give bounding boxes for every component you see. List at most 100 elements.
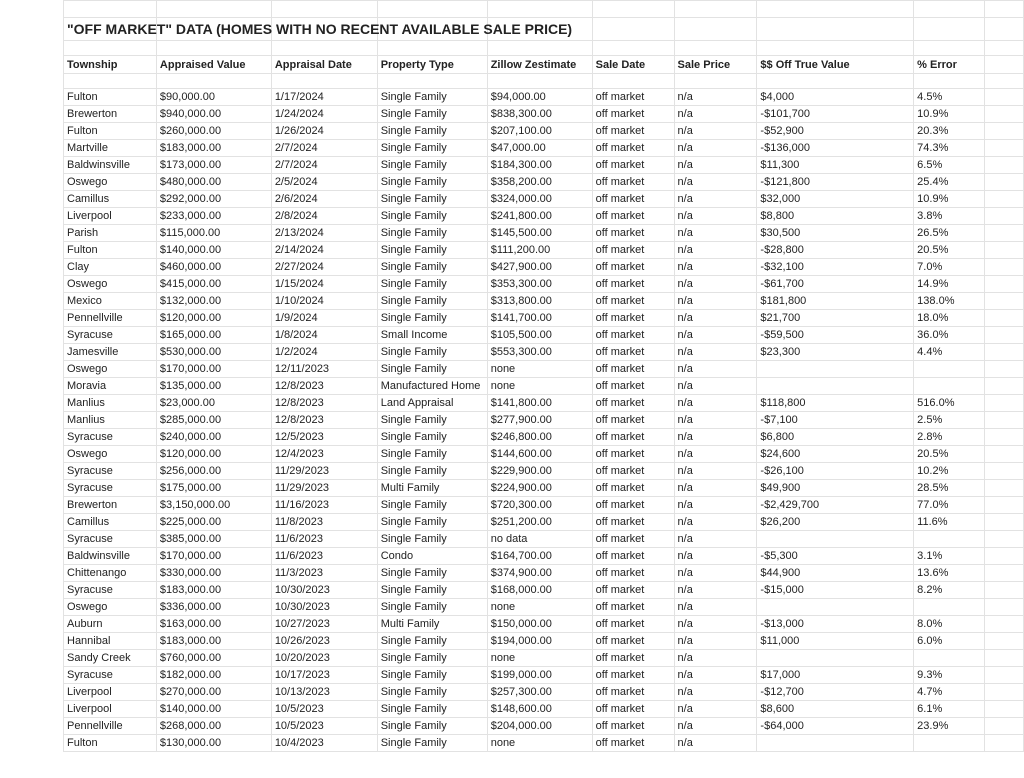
- table-cell[interactable]: 10/27/2023: [270, 615, 378, 633]
- cell[interactable]: [673, 17, 758, 41]
- table-cell[interactable]: 11/29/2023: [270, 462, 378, 480]
- table-cell[interactable]: $140,000.00: [155, 700, 272, 718]
- cell[interactable]: [984, 700, 1024, 718]
- table-cell[interactable]: $553,300.00: [486, 343, 593, 361]
- column-header[interactable]: Township: [63, 55, 157, 74]
- table-cell[interactable]: none: [486, 649, 593, 667]
- table-cell[interactable]: 6.0%: [913, 632, 986, 650]
- table-cell[interactable]: $23,000.00: [155, 394, 272, 412]
- cell[interactable]: [984, 530, 1024, 548]
- cell[interactable]: [984, 17, 1024, 41]
- table-cell[interactable]: 7.0%: [913, 258, 986, 276]
- cell[interactable]: [63, 0, 157, 18]
- table-cell[interactable]: $164,700.00: [486, 547, 593, 565]
- table-cell[interactable]: -$32,100: [756, 258, 915, 276]
- table-cell[interactable]: off market: [591, 309, 675, 327]
- table-cell[interactable]: none: [486, 377, 593, 395]
- table-cell[interactable]: 2.5%: [913, 411, 986, 429]
- table-cell[interactable]: $105,500.00: [486, 326, 593, 344]
- table-cell[interactable]: off market: [591, 530, 675, 548]
- table-cell[interactable]: Single Family: [376, 666, 488, 684]
- table-cell[interactable]: n/a: [673, 700, 758, 718]
- table-cell[interactable]: $120,000.00: [155, 445, 272, 463]
- cell[interactable]: [155, 73, 272, 89]
- table-cell[interactable]: Single Family: [376, 360, 488, 378]
- table-cell[interactable]: $130,000.00: [155, 734, 272, 752]
- table-cell[interactable]: $324,000.00: [486, 190, 593, 208]
- table-cell[interactable]: n/a: [673, 717, 758, 735]
- cell[interactable]: [913, 40, 986, 56]
- table-cell[interactable]: Parish: [63, 224, 157, 242]
- table-cell[interactable]: $118,800: [756, 394, 915, 412]
- table-cell[interactable]: Clay: [63, 258, 157, 276]
- table-cell[interactable]: 8.2%: [913, 581, 986, 599]
- table-cell[interactable]: $144,600.00: [486, 445, 593, 463]
- table-cell[interactable]: Camillus: [63, 513, 157, 531]
- cell[interactable]: [984, 683, 1024, 701]
- table-cell[interactable]: $199,000.00: [486, 666, 593, 684]
- table-cell[interactable]: Single Family: [376, 513, 488, 531]
- table-cell[interactable]: 14.9%: [913, 275, 986, 293]
- table-cell[interactable]: 2/27/2024: [270, 258, 378, 276]
- cell[interactable]: [984, 632, 1024, 650]
- table-cell[interactable]: $145,500.00: [486, 224, 593, 242]
- table-cell[interactable]: $358,200.00: [486, 173, 593, 191]
- table-cell[interactable]: off market: [591, 547, 675, 565]
- table-cell[interactable]: 11/16/2023: [270, 496, 378, 514]
- column-header[interactable]: $$ Off True Value: [756, 55, 915, 74]
- cell[interactable]: [984, 73, 1024, 89]
- table-cell[interactable]: off market: [591, 105, 675, 123]
- table-cell[interactable]: $21,700: [756, 309, 915, 327]
- table-cell[interactable]: 1/2/2024: [270, 343, 378, 361]
- cell[interactable]: [984, 275, 1024, 293]
- table-cell[interactable]: $132,000.00: [155, 292, 272, 310]
- table-cell[interactable]: Single Family: [376, 292, 488, 310]
- table-cell[interactable]: 10/26/2023: [270, 632, 378, 650]
- table-cell[interactable]: $120,000.00: [155, 309, 272, 327]
- table-cell[interactable]: Single Family: [376, 445, 488, 463]
- table-cell[interactable]: Fulton: [63, 734, 157, 752]
- table-cell[interactable]: n/a: [673, 394, 758, 412]
- column-header[interactable]: Property Type: [376, 55, 488, 74]
- table-cell[interactable]: [913, 377, 986, 395]
- cell[interactable]: [984, 734, 1024, 752]
- table-cell[interactable]: Manlius: [63, 394, 157, 412]
- table-cell[interactable]: 3.8%: [913, 207, 986, 225]
- table-cell[interactable]: Single Family: [376, 343, 488, 361]
- table-cell[interactable]: off market: [591, 496, 675, 514]
- table-cell[interactable]: n/a: [673, 309, 758, 327]
- table-cell[interactable]: $8,800: [756, 207, 915, 225]
- cell[interactable]: [984, 241, 1024, 259]
- table-cell[interactable]: Pennellville: [63, 717, 157, 735]
- table-cell[interactable]: Condo: [376, 547, 488, 565]
- table-cell[interactable]: [756, 377, 915, 395]
- table-cell[interactable]: Oswego: [63, 173, 157, 191]
- table-cell[interactable]: 11.6%: [913, 513, 986, 531]
- table-cell[interactable]: 10/17/2023: [270, 666, 378, 684]
- table-cell[interactable]: off market: [591, 683, 675, 701]
- table-cell[interactable]: Single Family: [376, 309, 488, 327]
- table-cell[interactable]: off market: [591, 734, 675, 752]
- cell[interactable]: [63, 73, 157, 89]
- cell[interactable]: [673, 0, 758, 18]
- table-cell[interactable]: Liverpool: [63, 207, 157, 225]
- table-cell[interactable]: $44,900: [756, 564, 915, 582]
- table-cell[interactable]: 1/15/2024: [270, 275, 378, 293]
- cell[interactable]: [984, 428, 1024, 446]
- cell[interactable]: [984, 88, 1024, 106]
- table-cell[interactable]: Small Income: [376, 326, 488, 344]
- table-cell[interactable]: 10/5/2023: [270, 700, 378, 718]
- cell[interactable]: [984, 105, 1024, 123]
- table-cell[interactable]: off market: [591, 462, 675, 480]
- table-cell[interactable]: Sandy Creek: [63, 649, 157, 667]
- table-cell[interactable]: off market: [591, 122, 675, 140]
- cell[interactable]: [984, 309, 1024, 327]
- table-cell[interactable]: 10/30/2023: [270, 598, 378, 616]
- table-cell[interactable]: 138.0%: [913, 292, 986, 310]
- table-cell[interactable]: $148,600.00: [486, 700, 593, 718]
- table-cell[interactable]: 3.1%: [913, 547, 986, 565]
- cell[interactable]: [984, 326, 1024, 344]
- table-cell[interactable]: $3,150,000.00: [155, 496, 272, 514]
- table-cell[interactable]: n/a: [673, 275, 758, 293]
- table-cell[interactable]: off market: [591, 598, 675, 616]
